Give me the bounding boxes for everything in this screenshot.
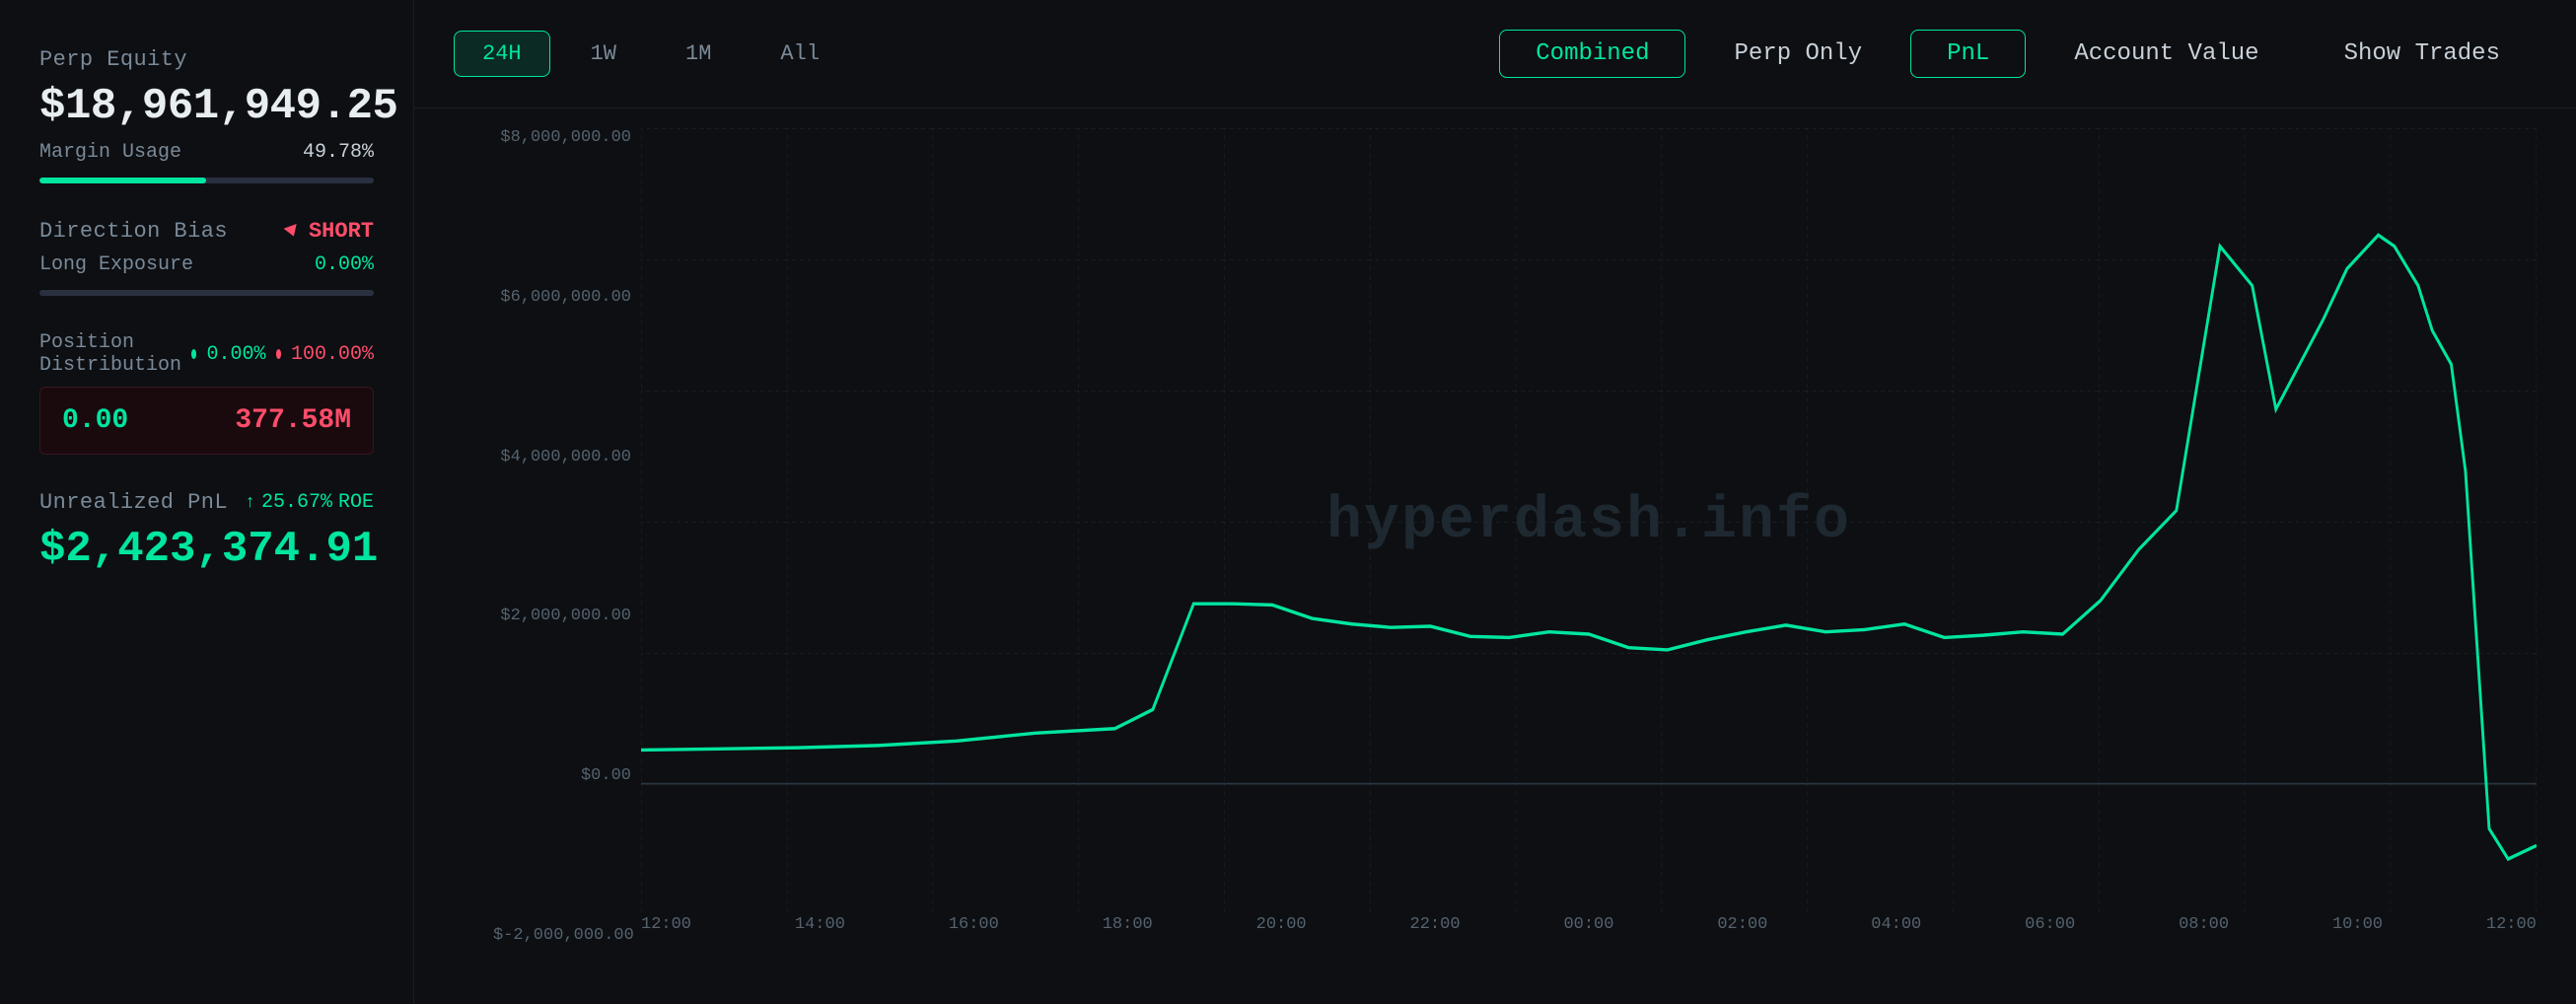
mode-perp-button[interactable]: Perp Only — [1697, 30, 1898, 78]
chart-svg-wrapper: hyperdash.info — [641, 128, 2537, 915]
roe-label: ROE — [338, 491, 374, 514]
unrealized-header: Unrealized PnL ↑ 25.67% ROE — [39, 490, 374, 515]
x-label-12: 12:00 — [2486, 915, 2537, 945]
y-label-8m: $8,000,000.00 — [493, 128, 631, 147]
margin-usage-bar — [39, 178, 374, 183]
direction-bias-label: Direction Bias — [39, 219, 228, 244]
margin-usage-fill — [39, 178, 206, 183]
chart-svg — [641, 128, 2537, 915]
right-panel: 24H 1W 1M All Combined Perp Only PnL Acc… — [414, 0, 2576, 1004]
direction-bias-section: Direction Bias SHORT Long Exposure 0.00% — [39, 219, 374, 296]
x-label-9: 06:00 — [2025, 915, 2075, 945]
x-label-6: 00:00 — [1563, 915, 1613, 945]
x-label-0: 12:00 — [641, 915, 691, 945]
margin-usage-label: Margin Usage — [39, 141, 181, 164]
pos-values-box: 0.00 377.58M — [39, 387, 374, 455]
perp-equity-value: $18,961,949.25 — [39, 82, 374, 131]
x-label-3: 18:00 — [1103, 915, 1153, 945]
y-label-2m: $2,000,000.00 — [493, 607, 631, 625]
pos-val-left: 0.00 — [62, 405, 128, 436]
roe-badge: ↑ 25.67% ROE — [245, 491, 374, 514]
time-btn-24h[interactable]: 24H — [454, 31, 550, 77]
pos-val-right: 377.58M — [235, 405, 351, 436]
y-label-neg2m: $-2,000,000.00 — [493, 926, 631, 945]
short-arrow-icon — [284, 224, 301, 239]
y-label-6m: $6,000,000.00 — [493, 288, 631, 307]
perp-equity-section: Perp Equity $18,961,949.25 Margin Usage … — [39, 47, 374, 183]
x-label-2: 16:00 — [949, 915, 999, 945]
show-trades-button[interactable]: Show Trades — [2308, 30, 2537, 78]
margin-usage-row: Margin Usage 49.78% — [39, 141, 374, 164]
x-label-10: 08:00 — [2179, 915, 2229, 945]
x-label-5: 22:00 — [1410, 915, 1461, 945]
short-badge: SHORT — [285, 219, 374, 244]
y-label-0: $0.00 — [493, 766, 631, 785]
pos-dist-green-dot — [191, 349, 196, 359]
direction-bias-row: Direction Bias SHORT — [39, 219, 374, 244]
top-bar: 24H 1W 1M All Combined Perp Only PnL Acc… — [414, 0, 2576, 108]
unrealized-value: $2,423,374.91 — [39, 525, 374, 574]
position-distribution-section: Position Distribution 0.00% 100.00% 0.00… — [39, 331, 374, 455]
pos-dist-red-dot — [276, 349, 281, 359]
up-arrow-icon: ↑ — [245, 493, 255, 513]
pos-dist-red-pct: 100.00% — [291, 343, 374, 366]
x-label-8: 04:00 — [1871, 915, 1921, 945]
y-label-4m: $4,000,000.00 — [493, 448, 631, 466]
left-panel: Perp Equity $18,961,949.25 Margin Usage … — [0, 0, 414, 1004]
chart-container: $8,000,000.00 $6,000,000.00 $4,000,000.0… — [414, 108, 2576, 1004]
margin-usage-pct: 49.78% — [303, 141, 374, 164]
pos-dist-green-pct: 0.00% — [206, 343, 265, 366]
x-label-11: 10:00 — [2332, 915, 2383, 945]
unrealized-pnl-section: Unrealized PnL ↑ 25.67% ROE $2,423,374.9… — [39, 490, 374, 574]
x-axis: 12:00 14:00 16:00 18:00 20:00 22:00 00:0… — [641, 915, 2537, 945]
direction-value: SHORT — [309, 219, 374, 244]
perp-equity-label: Perp Equity — [39, 47, 374, 72]
x-label-4: 20:00 — [1256, 915, 1307, 945]
time-btn-all[interactable]: All — [751, 31, 848, 77]
long-exposure-bar — [39, 290, 374, 296]
long-exposure-row: Long Exposure 0.00% — [39, 253, 374, 276]
y-axis: $8,000,000.00 $6,000,000.00 $4,000,000.0… — [493, 128, 631, 945]
unrealized-roe: 25.67% — [261, 491, 332, 514]
mode-account-button[interactable]: Account Value — [2038, 30, 2295, 78]
x-label-7: 02:00 — [1717, 915, 1767, 945]
mode-combined-button[interactable]: Combined — [1499, 30, 1685, 78]
long-exposure-label: Long Exposure — [39, 253, 193, 276]
long-exposure-pct: 0.00% — [315, 253, 374, 276]
time-btn-1m[interactable]: 1M — [657, 31, 740, 77]
pos-dist-label: Position Distribution — [39, 331, 181, 377]
mode-pnl-button[interactable]: PnL — [1910, 30, 2026, 78]
unrealized-label: Unrealized PnL — [39, 490, 228, 515]
chart-area: $8,000,000.00 $6,000,000.00 $4,000,000.0… — [493, 128, 2537, 945]
pos-dist-header: Position Distribution 0.00% 100.00% — [39, 331, 374, 377]
time-btn-1w[interactable]: 1W — [562, 31, 645, 77]
x-label-1: 14:00 — [795, 915, 845, 945]
